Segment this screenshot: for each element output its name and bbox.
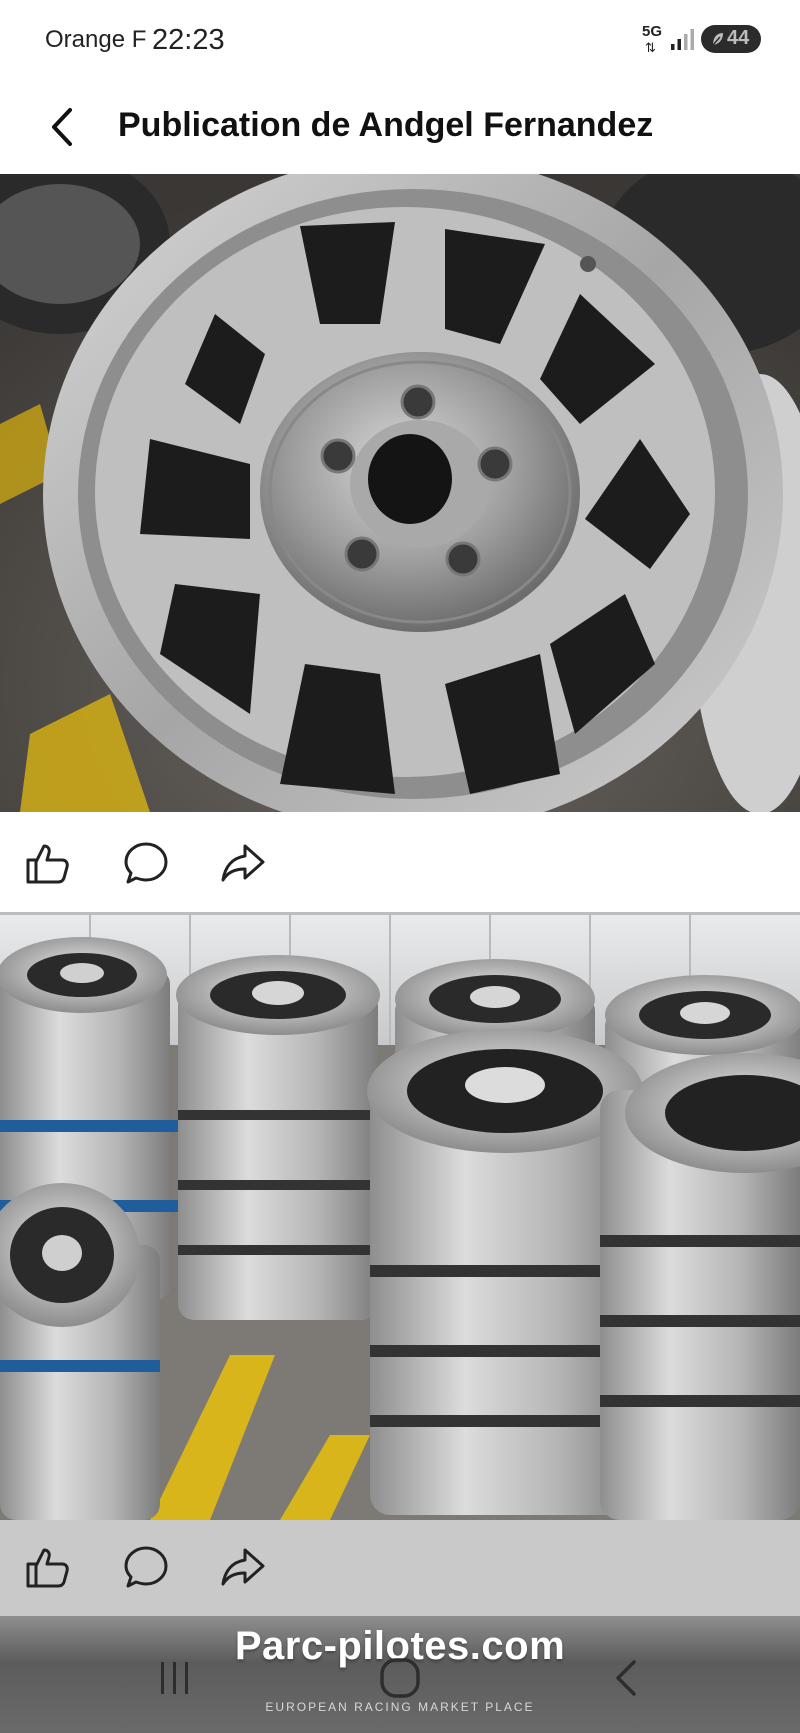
comment-icon[interactable] <box>122 1544 170 1590</box>
clock: 22:23 <box>152 24 225 56</box>
wheel-rim-image <box>0 174 800 812</box>
stacked-wheels-image <box>0 915 800 1520</box>
carrier-name: Orange F <box>45 26 147 53</box>
home-icon[interactable] <box>378 1656 422 1700</box>
share-icon[interactable] <box>219 1544 267 1590</box>
network-type: 5G <box>642 23 663 40</box>
back-button[interactable] <box>40 104 86 150</box>
post-header: Publication de Andgel Fernandez <box>0 80 800 174</box>
battery-indicator: 44 <box>701 25 761 53</box>
post-actions-1 <box>0 812 800 912</box>
post-photo-1[interactable] <box>0 174 800 812</box>
recents-icon[interactable] <box>155 1660 195 1696</box>
data-arrows-icon: ⇅ <box>645 40 656 55</box>
watermark-tagline: EUROPEAN RACING MARKET PLACE <box>265 1700 535 1714</box>
share-icon[interactable] <box>219 840 267 886</box>
signal-icon <box>671 29 694 50</box>
battery-saver-icon <box>712 33 723 46</box>
thumbs-up-icon[interactable] <box>24 840 72 886</box>
page-title: Publication de Andgel Fernandez <box>118 106 654 144</box>
post-actions-2 <box>0 1520 800 1616</box>
status-bar: Orange F 22:23 5G ⇅ 44 <box>0 0 800 80</box>
back-icon[interactable] <box>608 1658 644 1698</box>
post-photo-2[interactable] <box>0 915 800 1520</box>
comment-icon[interactable] <box>122 840 170 886</box>
battery-level: 44 <box>727 27 750 49</box>
thumbs-up-icon[interactable] <box>24 1544 72 1590</box>
